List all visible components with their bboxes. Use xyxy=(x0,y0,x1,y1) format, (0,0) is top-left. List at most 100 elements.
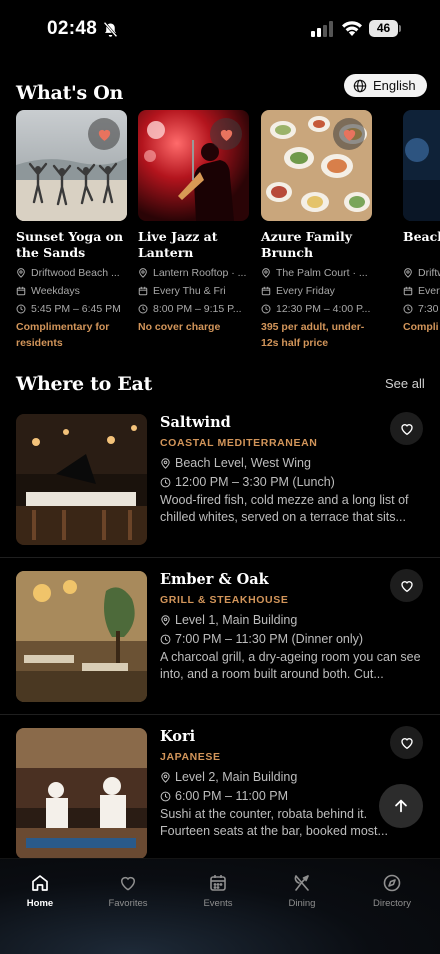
restaurant-cuisine: GRILL & STEAKHOUSE xyxy=(160,594,289,606)
event-image xyxy=(16,110,127,221)
heart-outline-icon xyxy=(400,580,413,592)
favorite-button[interactable] xyxy=(390,569,423,602)
language-button[interactable]: English xyxy=(344,74,427,97)
restaurant-cuisine: JAPANESE xyxy=(160,751,221,763)
calendar-icon xyxy=(261,286,271,296)
heart-filled-icon xyxy=(98,129,110,141)
favorite-button[interactable] xyxy=(333,118,365,150)
globe-icon xyxy=(353,79,367,92)
battery-indicator: 46 xyxy=(369,20,401,38)
clock-icon xyxy=(261,304,271,314)
restaurant-card[interactable]: Saltwind COASTAL MEDITERRANEAN Beach Lev… xyxy=(0,400,440,556)
clock-icon xyxy=(16,304,26,314)
tab-directory[interactable]: Directory xyxy=(352,873,432,909)
clock-icon xyxy=(138,304,148,314)
restaurant-description: A charcoal grill, a dry-ageing room you … xyxy=(160,650,421,681)
heart-filled-icon xyxy=(343,129,355,141)
clock-icon xyxy=(160,634,171,644)
event-title: Sunset Yoga on the Sands xyxy=(16,229,124,260)
home-icon xyxy=(32,875,48,891)
battery-level: 46 xyxy=(369,20,398,37)
calendar-icon xyxy=(403,286,413,296)
calendar-icon xyxy=(210,875,226,891)
tab-favorites[interactable]: Favorites xyxy=(88,873,168,909)
status-bar: 02:48 46 xyxy=(0,0,440,60)
favorite-button[interactable] xyxy=(88,118,120,150)
restaurant-description: Sushi at the counter, robata behind it. … xyxy=(160,807,388,838)
whats-on-title: What's On xyxy=(16,82,124,104)
event-schedule: Every Friday xyxy=(261,285,372,297)
event-location: Driftwood Beach ... xyxy=(16,267,127,279)
event-price: No cover charge xyxy=(138,321,221,333)
where-to-eat-title: Where to Eat xyxy=(16,373,152,395)
event-schedule: Weekdays xyxy=(16,285,127,297)
tab-events[interactable]: Events xyxy=(178,873,258,909)
restaurant-image xyxy=(16,571,147,702)
favorite-button[interactable] xyxy=(210,118,242,150)
heart-filled-icon xyxy=(220,129,232,141)
event-schedule: Every Thu & Fri xyxy=(138,285,249,297)
heart-outline-icon xyxy=(400,423,413,435)
tab-dining[interactable]: Dining xyxy=(262,873,342,909)
restaurant-name: Ember & Oak xyxy=(160,571,269,588)
restaurant-image xyxy=(16,414,147,545)
location-pin-icon xyxy=(404,268,412,278)
clock-icon xyxy=(160,477,171,487)
heart-icon xyxy=(120,876,136,891)
event-time: 12:30 PM – 4:00 P... xyxy=(261,303,372,315)
utensils-icon xyxy=(294,875,309,891)
event-price: 395 per adult, under-12s half price xyxy=(261,321,365,349)
restaurant-cuisine: COASTAL MEDITERRANEAN xyxy=(160,437,318,449)
event-card[interactable]: Live Jazz at Lantern Lantern Rooftop · .… xyxy=(138,110,249,333)
restaurant-card[interactable]: Kori JAPANESE Level 2, Main Building 6:0… xyxy=(0,714,440,870)
event-price: Complimentary for residents xyxy=(16,321,110,349)
event-time: 8:00 PM – 9:15 P... xyxy=(138,303,249,315)
location-pin-icon xyxy=(139,268,147,278)
status-time: 02:48 xyxy=(47,18,98,39)
restaurant-name: Saltwind xyxy=(160,414,231,431)
clock-icon xyxy=(403,304,413,314)
event-image xyxy=(138,110,249,221)
restaurant-image xyxy=(16,728,147,859)
divider xyxy=(0,557,440,558)
restaurant-description: Wood-fired fish, cold mezze and a long l… xyxy=(160,493,409,524)
language-label: English xyxy=(373,78,416,93)
bell-muted-icon xyxy=(103,21,118,38)
restaurant-hours: 6:00 PM – 11:00 PM xyxy=(160,789,288,803)
wifi-icon xyxy=(342,21,362,36)
event-card[interactable]: Beach Under Driftw Every 7:30 Compli xyxy=(403,110,440,333)
event-card[interactable]: Sunset Yoga on the Sands Driftwood Beach… xyxy=(16,110,127,349)
restaurant-location: Level 1, Main Building xyxy=(160,613,297,627)
tab-home[interactable]: Home xyxy=(0,873,80,909)
restaurant-card[interactable]: Ember & Oak GRILL & STEAKHOUSE Level 1, … xyxy=(0,557,440,713)
calendar-icon xyxy=(138,286,148,296)
event-card[interactable]: Azure Family Brunch The Palm Court · ...… xyxy=(261,110,372,349)
event-location: Lantern Rooftop · ... xyxy=(138,267,249,279)
event-price: Compli xyxy=(403,321,439,333)
location-pin-icon xyxy=(161,457,170,469)
divider xyxy=(0,714,440,715)
event-schedule: Every xyxy=(403,285,440,297)
event-title: Beach Under xyxy=(403,229,440,244)
scroll-to-top-button[interactable] xyxy=(379,784,423,828)
favorite-button[interactable] xyxy=(390,726,423,759)
restaurant-location: Beach Level, West Wing xyxy=(160,456,311,470)
event-location: The Palm Court · ... xyxy=(261,267,372,279)
location-pin-icon xyxy=(161,614,170,626)
calendar-icon xyxy=(16,286,26,296)
event-time: 5:45 PM – 6:45 PM xyxy=(16,303,127,315)
location-pin-icon xyxy=(262,268,270,278)
event-title: Live Jazz at Lantern xyxy=(138,229,218,260)
event-time: 7:30 xyxy=(403,303,440,315)
restaurant-location: Level 2, Main Building xyxy=(160,770,297,784)
event-location: Driftw xyxy=(403,267,440,279)
event-title: Azure Family Brunch xyxy=(261,229,353,260)
restaurant-hours: 7:00 PM – 11:30 PM (Dinner only) xyxy=(160,632,363,646)
restaurant-hours: 12:00 PM – 3:30 PM (Lunch) xyxy=(160,475,335,489)
events-carousel[interactable]: Sunset Yoga on the Sands Driftwood Beach… xyxy=(0,110,440,360)
location-pin-icon xyxy=(17,268,25,278)
favorite-button[interactable] xyxy=(390,412,423,445)
see-all-link[interactable]: See all xyxy=(385,376,425,391)
arrow-up-icon xyxy=(395,799,407,813)
restaurant-name: Kori xyxy=(160,728,196,745)
